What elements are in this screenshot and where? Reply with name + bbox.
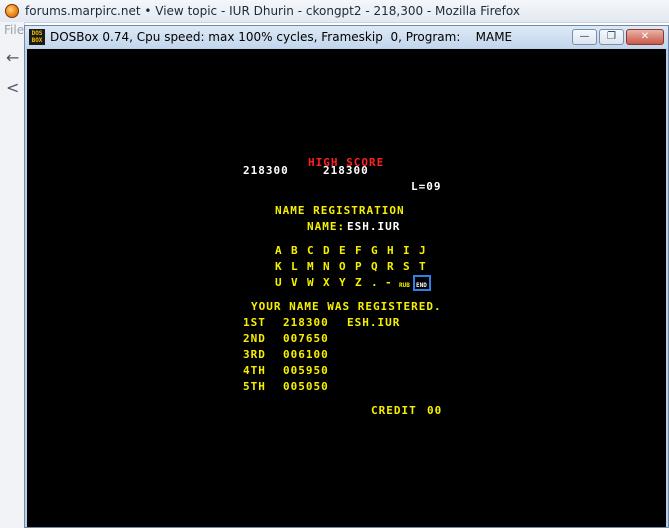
rank-label: 1ST (243, 316, 266, 329)
letter-key[interactable]: E (339, 245, 347, 257)
rub-key[interactable]: RUB (399, 280, 410, 292)
letter-key[interactable]: J (419, 245, 427, 257)
letter-key[interactable]: D (323, 245, 331, 257)
letter-key[interactable]: U (275, 277, 283, 289)
letter-key[interactable]: W (307, 277, 315, 289)
letter-key[interactable]: Q (371, 261, 379, 273)
browser-titlebar: forums.marpirc.net • View topic - IUR Dh… (0, 0, 669, 23)
letter-key[interactable]: R (387, 261, 395, 273)
selection-cursor (413, 275, 431, 291)
name-value: ESH.IUR (347, 220, 401, 233)
credit-label: CREDIT (371, 404, 417, 417)
rank-score: 006100 (283, 348, 329, 361)
dosbox-window: DOS BOX DOSBox 0.74, Cpu speed: max 100%… (24, 25, 669, 528)
letter-key[interactable]: A (275, 245, 283, 257)
name-label: NAME: (307, 220, 346, 233)
rank-score: 007650 (283, 332, 329, 345)
dosbox-app-icon: DOS BOX (29, 29, 45, 45)
back-arrow-icon[interactable]: ← (6, 48, 19, 67)
name-registration-heading: NAME REGISTRATION (275, 204, 405, 217)
high-score-value: 218300 (323, 164, 369, 177)
letter-key[interactable]: H (387, 245, 395, 257)
letter-key[interactable]: C (307, 245, 315, 257)
credit-value: 00 (427, 404, 443, 417)
rank-score: 005950 (283, 364, 329, 377)
player-score: 218300 (243, 164, 289, 177)
letter-key[interactable]: L (291, 261, 299, 273)
letter-key[interactable]: N (323, 261, 331, 273)
letter-key[interactable]: I (403, 245, 411, 257)
rank-name: ESH.IUR (347, 316, 401, 329)
rank-label: 4TH (243, 364, 266, 377)
letter-key[interactable]: . (371, 277, 379, 289)
browser-title: forums.marpirc.net • View topic - IUR Dh… (25, 4, 520, 18)
letter-key[interactable]: S (403, 261, 411, 273)
letter-key[interactable]: K (275, 261, 283, 273)
letter-key[interactable]: B (291, 245, 299, 257)
letter-key[interactable]: T (419, 261, 427, 273)
game-screen[interactable]: HIGH SCORE 218300 218300 L=09 NAME REGIS… (27, 49, 666, 527)
letter-key[interactable]: M (307, 261, 315, 273)
window-controls: — ❐ ✕ (572, 29, 664, 45)
rank-label: 5TH (243, 380, 266, 393)
letter-key[interactable]: O (339, 261, 347, 273)
letter-key[interactable]: V (291, 277, 299, 289)
dosbox-icon-top: DOS (31, 30, 43, 37)
previous-chevron-icon[interactable]: < (6, 78, 19, 97)
browser-sidebar: ← < (0, 22, 25, 528)
rank-label: 2ND (243, 332, 266, 345)
letter-key[interactable]: F (355, 245, 363, 257)
letter-key[interactable]: Z (355, 277, 363, 289)
restore-button[interactable]: ❐ (599, 29, 624, 45)
dosbox-title: DOSBox 0.74, Cpu speed: max 100% cycles,… (50, 30, 513, 44)
level-indicator: L=09 (411, 180, 442, 193)
dosbox-icon-bottom: BOX (31, 37, 43, 44)
firefox-logo-icon (5, 4, 19, 18)
letter-key[interactable]: G (371, 245, 379, 257)
dosbox-titlebar[interactable]: DOS BOX DOSBox 0.74, Cpu speed: max 100%… (25, 26, 668, 48)
letter-key[interactable]: - (385, 277, 393, 289)
rank-label: 3RD (243, 348, 266, 361)
minimize-button[interactable]: — (572, 29, 597, 45)
rank-score: 218300 (283, 316, 329, 329)
close-button[interactable]: ✕ (626, 29, 664, 45)
letter-key[interactable]: Y (339, 277, 347, 289)
rank-score: 005050 (283, 380, 329, 393)
registered-message: YOUR NAME WAS REGISTERED. (251, 300, 442, 313)
letter-key[interactable]: P (355, 261, 363, 273)
letter-key[interactable]: X (323, 277, 331, 289)
file-menu-stub[interactable]: File (4, 23, 24, 37)
